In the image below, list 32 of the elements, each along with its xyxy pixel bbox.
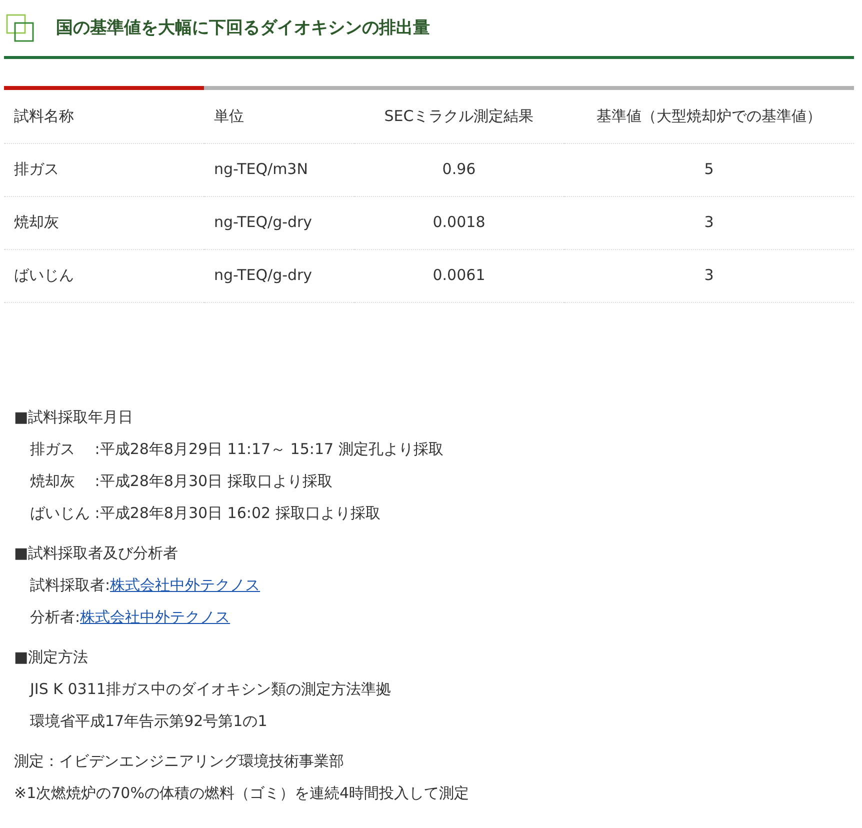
- company-link[interactable]: 株式会社中外テクノス: [80, 608, 230, 626]
- info-line: JIS K 0311排ガス中のダイオキシン類の測定方法準拠: [28, 678, 392, 700]
- column-header: SECミラクル測定結果: [354, 90, 564, 143]
- table-cell: 排ガス: [14, 160, 59, 178]
- column-header: 基準値（大型焼却炉での基準値）: [564, 90, 854, 143]
- table-cell: 0.0061: [432, 266, 486, 284]
- table-cell: ng-TEQ/g-dry: [214, 266, 312, 284]
- section-heading: ■試料採取年月日: [14, 406, 134, 428]
- note-text: 測定：イビデンエンジニアリング環境技術事業部: [13, 750, 345, 772]
- section-heading: ■測定方法: [14, 646, 90, 668]
- info-line: 環境省平成17年告示第92号第1の1: [29, 710, 268, 732]
- company-link[interactable]: 株式会社中外テクノス: [110, 576, 260, 594]
- table-cell: ng-TEQ/m3N: [214, 160, 308, 178]
- squares-icon: [6, 14, 36, 42]
- info-line: 焼却灰 :平成28年8月30日 採取口より採取: [29, 470, 334, 492]
- section-heading: ■試料採取者及び分析者: [14, 542, 180, 564]
- field-label: 分析者:: [30, 608, 80, 626]
- column-header: 試料名称: [4, 90, 204, 143]
- page-title: 国の基準値を大幅に下回るダイオキシンの排出量: [56, 18, 430, 38]
- table-cell: ばいじん: [14, 266, 74, 284]
- note-text: ※1次燃焼炉の70%の体積の燃料（ゴミ）を連続4時間投入して測定: [13, 782, 470, 804]
- info-line: 排ガス :平成28年8月29日 11:17～ 15:17 測定孔より採取: [29, 438, 444, 460]
- table-cell: 3: [704, 266, 714, 284]
- table-cell: 焼却灰: [14, 213, 59, 232]
- table-cell: 3: [704, 213, 714, 232]
- table-cell: 0.96: [442, 160, 476, 178]
- field-label: 試料採取者:: [30, 576, 110, 594]
- table-cell: ng-TEQ/g-dry: [214, 213, 312, 232]
- table-cell: 0.0018: [432, 213, 486, 232]
- column-header: 単位: [204, 90, 354, 143]
- info-line: ばいじん :平成28年8月30日 16:02 採取口より採取: [29, 502, 382, 524]
- table-cell: 5: [704, 160, 714, 178]
